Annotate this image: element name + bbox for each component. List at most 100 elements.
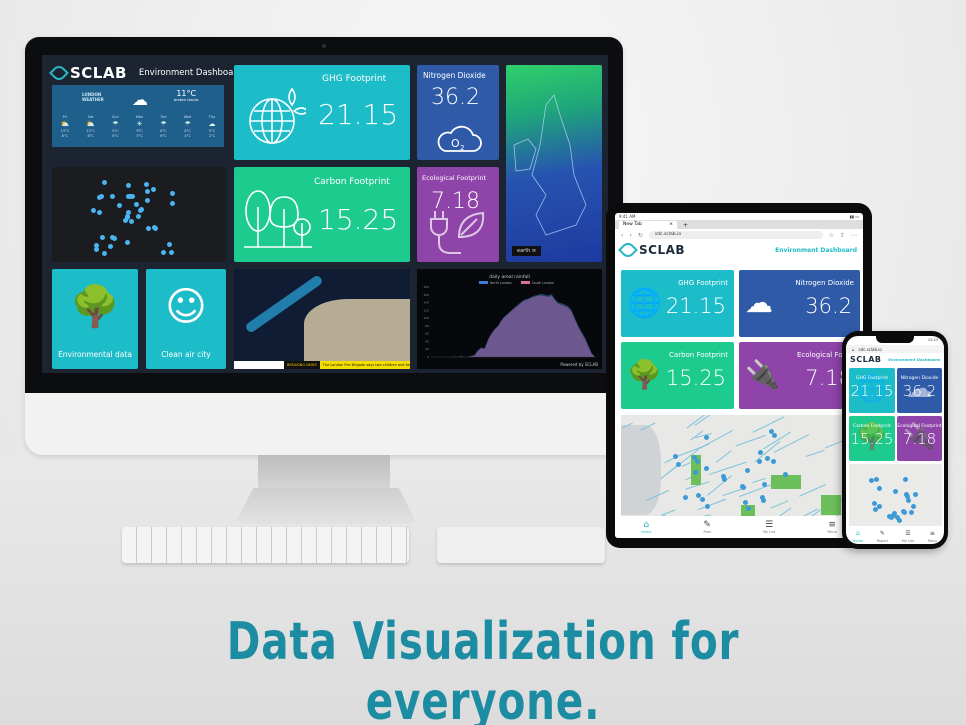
sclab-logo[interactable]: SCLAB	[850, 355, 882, 364]
map-pin-icon[interactable]	[139, 207, 145, 213]
map-pin-icon[interactable]	[889, 514, 895, 520]
map-pin-icon[interactable]	[129, 219, 135, 225]
phone-address-bar[interactable]: ⌂ sdc.sclab.io	[846, 345, 944, 353]
home-icon[interactable]: ⌂	[852, 347, 855, 352]
map-pin-icon[interactable]	[151, 225, 157, 231]
ghg-footprint-tile[interactable]: 🌐 GHG Footprint 21.15	[621, 270, 734, 337]
carbon-footprint-tile[interactable]: 🌳 Carbon Footprint 15.25	[621, 342, 734, 409]
sensor-map[interactable]	[849, 464, 942, 526]
map-pin-icon[interactable]	[167, 241, 173, 247]
map-pin-icon[interactable]	[903, 477, 908, 483]
map-pin-icon[interactable]	[143, 182, 149, 188]
map-pin-icon[interactable]	[117, 203, 123, 209]
nav-menu[interactable]: ≡ Menu	[827, 520, 837, 534]
map-pin-icon[interactable]	[161, 250, 167, 256]
map-pin-icon[interactable]	[145, 188, 151, 194]
close-tab-icon[interactable]: ×	[669, 221, 673, 229]
map-pin-icon[interactable]	[770, 458, 776, 464]
map-pin-icon[interactable]	[772, 433, 778, 439]
nitrogen-dioxide-tile[interactable]: ☁ Nitrogen Dioxide 36.2	[739, 270, 860, 337]
map-pin-icon[interactable]	[97, 210, 103, 216]
map-pin-icon[interactable]	[145, 197, 151, 203]
map-pin-icon[interactable]	[168, 250, 174, 256]
map-pin-icon[interactable]	[908, 509, 914, 515]
map-pin-icon[interactable]	[682, 494, 688, 500]
map-pin-icon[interactable]	[705, 503, 711, 509]
map-pin-icon[interactable]	[893, 489, 899, 495]
back-icon[interactable]: ‹	[621, 232, 623, 239]
map-pin-icon[interactable]	[910, 503, 916, 509]
map-pin-icon[interactable]	[704, 435, 710, 441]
map-pin-icon[interactable]	[699, 497, 705, 503]
map-pin-icon[interactable]	[109, 194, 115, 200]
map-pin-icon[interactable]	[673, 453, 679, 459]
earth-wind-map[interactable]: earth ≡	[506, 65, 602, 262]
nav-home[interactable]: ⌂ Home	[641, 520, 651, 534]
map-pin-icon[interactable]	[100, 235, 106, 241]
clean-air-city-tile[interactable]: ☺ Clean air city	[146, 269, 226, 369]
map-pin-icon[interactable]	[905, 497, 911, 503]
map-pin-icon[interactable]	[107, 243, 113, 249]
map-pin-icon[interactable]	[93, 246, 99, 252]
environmental-data-tile[interactable]: 🌳 Environmental data	[52, 269, 138, 369]
address-bar[interactable]: sdc.sclab.io	[648, 231, 823, 239]
nav-menu[interactable]: ≡ Menu	[928, 529, 938, 543]
ghg-footprint-tile[interactable]: 🌐 GHG Footprint 21.15	[849, 368, 895, 413]
map-pin-icon[interactable]	[894, 514, 900, 520]
map-pin-icon[interactable]	[124, 240, 130, 246]
map-pin-icon[interactable]	[874, 476, 880, 482]
map-pin-icon[interactable]	[760, 497, 766, 503]
carbon-footprint-tile[interactable]: 🌳 Carbon Footprint 15.25	[849, 416, 895, 461]
map-pin-icon[interactable]	[146, 225, 152, 231]
map-pin-icon[interactable]	[877, 486, 883, 492]
reload-icon[interactable]: ↻	[638, 232, 643, 239]
sensor-map[interactable]	[52, 167, 226, 262]
nav-home[interactable]: ⌂ Home	[853, 529, 863, 543]
map-pin-icon[interactable]	[101, 251, 107, 257]
map-pin-icon[interactable]	[740, 485, 746, 491]
browser-tab[interactable]: New Tab ×	[619, 221, 677, 229]
map-pin-icon[interactable]	[782, 471, 788, 477]
map-pin-icon[interactable]	[134, 201, 140, 207]
nav-my-list[interactable]: ☰ My List	[763, 520, 775, 534]
map-pin-icon[interactable]	[745, 467, 751, 473]
carbon-footprint-tile[interactable]: Carbon Footprint 15.25	[234, 167, 410, 262]
map-pin-icon[interactable]	[877, 504, 883, 510]
map-pin-icon[interactable]	[169, 190, 175, 196]
map-pin-icon[interactable]	[868, 477, 874, 483]
map-pin-icon[interactable]	[126, 209, 131, 215]
news-video[interactable]: BREAKING NEWS The London Fire Brigade sa…	[234, 269, 410, 369]
map-pin-icon[interactable]	[764, 455, 770, 461]
map-pin-icon[interactable]	[756, 458, 762, 464]
new-tab-icon[interactable]: +	[683, 222, 688, 229]
nav-post[interactable]: ✎ Post	[703, 520, 711, 534]
nitrogen-dioxide-tile[interactable]: Nitrogen Dioxide 36.2 O 2	[417, 65, 499, 160]
map-pin-icon[interactable]	[102, 180, 108, 186]
sclab-logo[interactable]: SCLAB	[618, 240, 685, 260]
map-pin-icon[interactable]	[135, 213, 141, 219]
map-pin-icon[interactable]	[169, 201, 175, 207]
more-icon[interactable]: ⋯	[851, 232, 857, 239]
map-pin-icon[interactable]	[901, 510, 907, 516]
map-pin-icon[interactable]	[704, 465, 710, 471]
bookmark-star-icon[interactable]: ☆	[829, 232, 834, 239]
nav-my-list[interactable]: ☰ My List	[902, 529, 914, 543]
share-icon[interactable]: ⇪	[840, 232, 845, 239]
weather-widget[interactable]: LONDON WEATHER ☁ 11°C broken clouds Fri ⛅…	[52, 85, 224, 147]
ecological-footprint-tile[interactable]: 🔌 Ecological Footprint 7.18	[897, 416, 942, 461]
map-pin-icon[interactable]	[90, 207, 96, 213]
map-pin-icon[interactable]	[98, 193, 104, 199]
sensor-map[interactable]	[621, 415, 860, 525]
nav-report[interactable]: ✎ Report	[877, 529, 889, 543]
map-pin-icon[interactable]	[742, 500, 748, 506]
forward-icon[interactable]: ›	[629, 232, 631, 239]
sclab-logo[interactable]: SCLAB	[49, 63, 127, 83]
map-pin-icon[interactable]	[125, 183, 131, 189]
map-pin-icon[interactable]	[123, 218, 129, 224]
earth-menu-button[interactable]: earth ≡	[512, 246, 542, 256]
ecological-footprint-tile[interactable]: Ecological Footprint 7.18	[417, 167, 499, 262]
map-pin-icon[interactable]	[151, 186, 157, 192]
map-pin-icon[interactable]	[913, 492, 919, 498]
nitrogen-dioxide-tile[interactable]: ☁ Nitrogen Dioxide 36.2	[897, 368, 942, 413]
ghg-footprint-tile[interactable]: GHG Footprint 21.15	[234, 65, 410, 160]
